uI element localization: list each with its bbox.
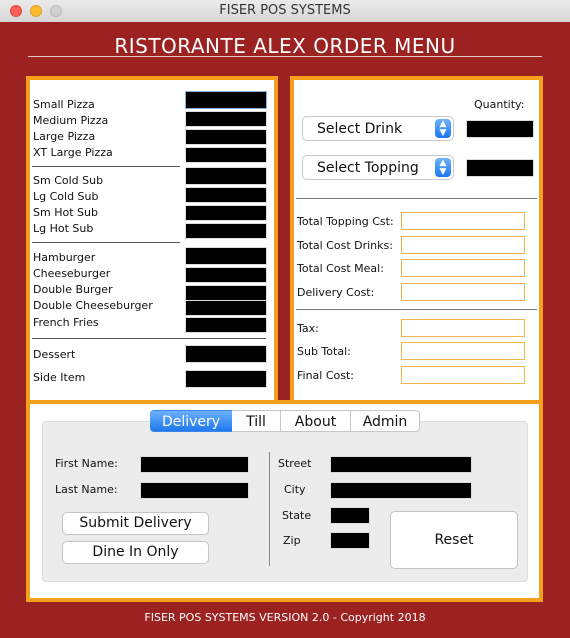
menu-item-label: Sm Hot Sub <box>33 206 98 219</box>
section-divider <box>32 242 180 243</box>
tax-label: Tax: <box>297 322 319 335</box>
dine-in-only-button[interactable]: Dine In Only <box>62 541 209 564</box>
main-content: RISTORANTE ALEX ORDER MENU Small Pizza M… <box>0 22 570 638</box>
tab-content-pane: First Name: Last Name: Submit Delivery D… <box>42 421 528 582</box>
final-cost-label: Final Cost: <box>297 369 355 382</box>
updown-chevron-icon: ▲ ▼ <box>435 158 451 177</box>
tab-bar: Delivery Till About Admin <box>150 410 420 432</box>
tax-field[interactable] <box>401 319 525 337</box>
last-name-label: Last Name: <box>55 483 118 496</box>
large-pizza-qty-field[interactable] <box>185 129 267 145</box>
menu-item-label: Side Item <box>33 371 86 384</box>
street-label: Street <box>278 457 312 470</box>
medium-pizza-qty-field[interactable] <box>185 111 267 127</box>
menu-item-label: Hamburger <box>33 251 96 264</box>
window-titlebar: FISER POS SYSTEMS <box>0 0 570 23</box>
sub-total-field[interactable] <box>401 342 525 360</box>
zip-field[interactable] <box>330 532 370 549</box>
state-field[interactable] <box>330 507 370 524</box>
submit-delivery-button[interactable]: Submit Delivery <box>62 512 209 535</box>
city-field[interactable] <box>330 482 472 499</box>
tab-delivery[interactable]: Delivery <box>150 410 232 432</box>
last-name-field[interactable] <box>140 482 249 499</box>
tab-till[interactable]: Till <box>232 410 280 432</box>
topping-select[interactable]: Select Topping ▲ ▼ <box>302 155 454 180</box>
french-fries-qty-field[interactable] <box>185 317 267 333</box>
sm-hot-sub-qty-field[interactable] <box>185 205 267 221</box>
final-cost-field[interactable] <box>401 366 525 384</box>
order-totals-panel: Quantity: Select Drink ▲ ▼ Select Topping… <box>290 76 543 419</box>
cheeseburger-qty-field[interactable] <box>185 267 267 283</box>
menu-item-label: Double Burger <box>33 283 113 296</box>
topping-select-value: Select Topping <box>317 160 419 176</box>
lg-cold-sub-qty-field[interactable] <box>185 187 267 203</box>
delivery-cost-field[interactable] <box>401 283 525 301</box>
total-cost-drinks-label: Total Cost Drinks: <box>297 239 393 252</box>
section-divider <box>32 338 266 339</box>
section-divider <box>296 309 537 310</box>
first-name-label: First Name: <box>55 457 118 470</box>
menu-item-label: Lg Hot Sub <box>33 222 94 235</box>
footer-version: FISER POS SYSTEMS VERSION 2.0 - Copyrigh… <box>144 611 426 624</box>
total-cost-meal-field[interactable] <box>401 259 525 277</box>
side-item-qty-field[interactable] <box>185 370 267 388</box>
menu-item-label: Lg Cold Sub <box>33 190 99 203</box>
dessert-qty-field[interactable] <box>185 345 267 363</box>
double-burger-qty-field[interactable] <box>185 285 267 301</box>
updown-chevron-icon: ▲ ▼ <box>435 119 451 138</box>
menu-item-label: Sm Cold Sub <box>33 174 104 187</box>
total-cost-drinks-field[interactable] <box>401 236 525 254</box>
sm-cold-sub-qty-field[interactable] <box>185 167 267 185</box>
section-divider <box>32 166 180 167</box>
double-cheeseburger-qty-field[interactable] <box>185 300 267 316</box>
menu-item-label: Double Cheeseburger <box>33 299 153 312</box>
menu-item-label: Large Pizza <box>33 130 96 143</box>
lg-hot-sub-qty-field[interactable] <box>185 223 267 239</box>
hamburger-qty-field[interactable] <box>185 247 267 265</box>
menu-item-label: Dessert <box>33 348 76 361</box>
menu-item-label: Medium Pizza <box>33 114 109 127</box>
window-title: FISER POS SYSTEMS <box>219 3 351 18</box>
city-label: City <box>284 483 306 496</box>
reset-button[interactable]: Reset <box>390 511 518 569</box>
total-topping-cost-field[interactable] <box>401 212 525 230</box>
topping-qty-field[interactable] <box>466 159 534 177</box>
column-divider <box>269 452 270 566</box>
tab-about[interactable]: About <box>280 410 350 432</box>
title-divider <box>28 56 542 57</box>
app-window: FISER POS SYSTEMS RISTORANTE ALEX ORDER … <box>0 0 570 638</box>
section-divider <box>296 198 537 199</box>
first-name-field[interactable] <box>140 456 249 473</box>
drink-select-value: Select Drink <box>317 121 403 137</box>
total-cost-meal-label: Total Cost Meal: <box>297 262 384 275</box>
street-field[interactable] <box>330 456 472 473</box>
delivery-cost-label: Delivery Cost: <box>297 286 375 299</box>
sub-total-label: Sub Total: <box>297 345 351 358</box>
menu-item-label: Cheeseburger <box>33 267 111 280</box>
app-title: RISTORANTE ALEX ORDER MENU <box>114 34 456 58</box>
menu-items-panel: Small Pizza Medium Pizza Large Pizza XT … <box>26 76 278 419</box>
state-label: State <box>282 509 312 522</box>
menu-item-label: Small Pizza <box>33 98 95 111</box>
drink-select[interactable]: Select Drink ▲ ▼ <box>302 116 454 141</box>
tab-admin[interactable]: Admin <box>350 410 420 432</box>
zip-label: Zip <box>283 534 301 547</box>
menu-item-label: French Fries <box>33 316 99 329</box>
menu-item-label: XT Large Pizza <box>33 146 113 159</box>
delivery-panel: First Name: Last Name: Submit Delivery D… <box>26 400 543 602</box>
total-topping-cost-label: Total Topping Cst: <box>297 215 394 228</box>
drink-qty-field[interactable] <box>466 120 534 138</box>
xt-large-pizza-qty-field[interactable] <box>185 147 267 163</box>
quantity-label: Quantity: <box>474 98 525 111</box>
small-pizza-qty-field[interactable] <box>185 91 267 109</box>
